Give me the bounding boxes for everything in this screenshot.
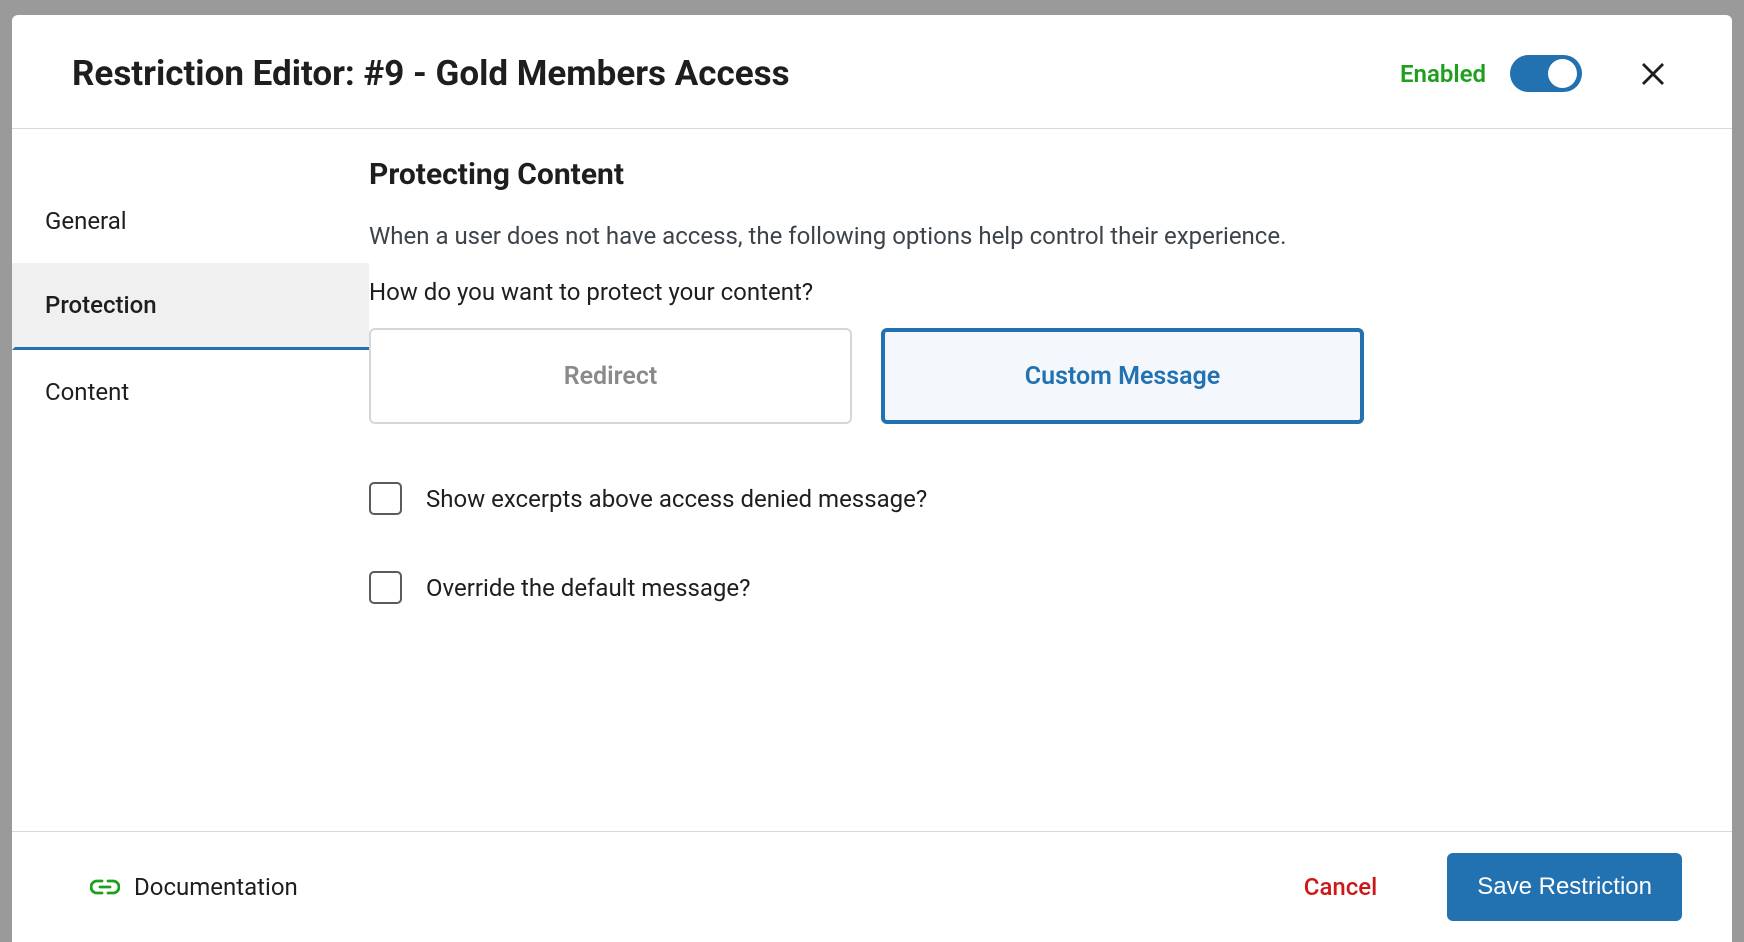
cancel-button[interactable]: Cancel	[1304, 873, 1377, 901]
modal-title: Restriction Editor: #9 - Gold Members Ac…	[72, 53, 1400, 94]
protection-options: Redirect Custom Message	[369, 328, 1692, 424]
option-label: Redirect	[564, 362, 658, 391]
sidebar-item-content[interactable]: Content	[12, 350, 369, 434]
checkbox-override-default: Override the default message?	[369, 571, 1692, 604]
enabled-toggle[interactable]	[1510, 55, 1582, 92]
option-redirect[interactable]: Redirect	[369, 328, 852, 424]
sidebar-item-protection[interactable]: Protection	[12, 263, 369, 350]
content-panel: Protecting Content When a user does not …	[369, 129, 1732, 831]
sidebar-item-general[interactable]: General	[12, 179, 369, 263]
save-restriction-button[interactable]: Save Restriction	[1447, 853, 1682, 921]
save-label: Save Restriction	[1477, 873, 1652, 900]
checkbox-input[interactable]	[369, 571, 402, 604]
close-icon[interactable]	[1638, 59, 1668, 89]
option-custom-message[interactable]: Custom Message	[881, 328, 1364, 424]
checkbox-label: Override the default message?	[426, 574, 750, 602]
modal-body: General Protection Content Protecting Co…	[12, 129, 1732, 831]
documentation-label: Documentation	[134, 873, 298, 901]
section-description: When a user does not have access, the fo…	[369, 222, 1692, 250]
documentation-link[interactable]: Documentation	[90, 873, 298, 901]
modal-footer: Documentation Cancel Save Restriction	[12, 831, 1732, 942]
option-label: Custom Message	[1025, 362, 1220, 391]
toggle-knob	[1548, 59, 1577, 88]
checkbox-label: Show excerpts above access denied messag…	[426, 485, 927, 513]
link-icon	[90, 875, 120, 899]
section-title: Protecting Content	[369, 157, 1692, 192]
checkbox-show-excerpts: Show excerpts above access denied messag…	[369, 482, 1692, 515]
protection-question: How do you want to protect your content?	[369, 278, 1692, 306]
sidebar-item-label: General	[45, 207, 127, 235]
sidebar: General Protection Content	[12, 129, 369, 831]
checkbox-input[interactable]	[369, 482, 402, 515]
cancel-label: Cancel	[1304, 873, 1377, 901]
modal-header: Restriction Editor: #9 - Gold Members Ac…	[12, 15, 1732, 129]
enabled-status-label: Enabled	[1400, 60, 1486, 88]
sidebar-item-label: Protection	[45, 291, 157, 319]
sidebar-item-label: Content	[45, 378, 129, 406]
restriction-editor-modal: Restriction Editor: #9 - Gold Members Ac…	[12, 15, 1732, 942]
